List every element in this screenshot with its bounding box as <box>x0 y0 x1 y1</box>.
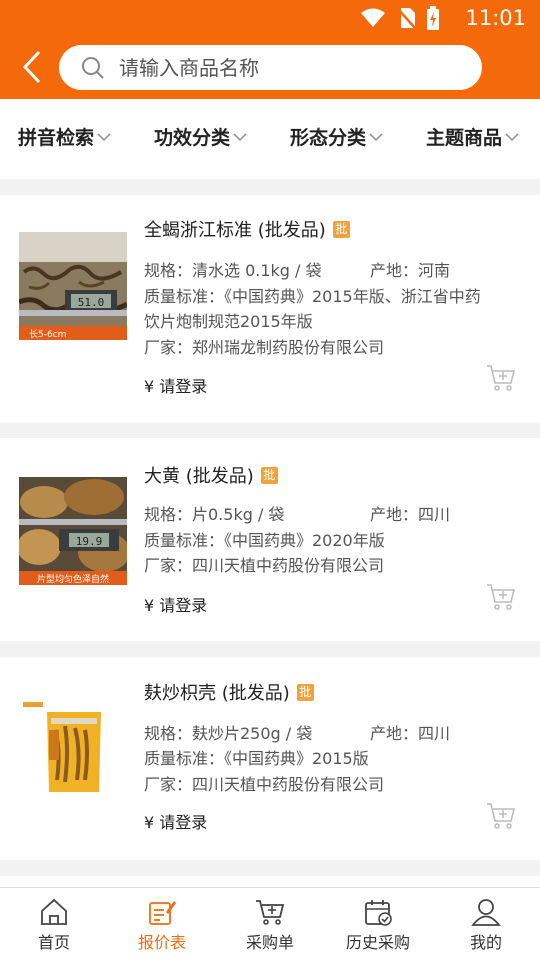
product-standard: 质量标准：《中国药典》2015年版、浙江省中药 <box>144 287 481 306</box>
chevron-down-icon <box>233 132 247 141</box>
tab-label: 报价表 <box>137 933 186 952</box>
product-card[interactable]: 19.9 片型均匀色泽自然 大黄 (批发品) 批 规格：片0.5kg / 袋 产… <box>0 438 540 641</box>
filter-label: 拼音检索 <box>18 127 95 149</box>
product-card[interactable]: 麸炒枳壳 (批发品) 批 规格：麸炒片250g / 袋 产地：四川 质量标准：《… <box>0 657 540 860</box>
add-to-cart-icon[interactable] <box>486 582 516 612</box>
tab-label: 采购单 <box>245 933 294 952</box>
quote-icon <box>149 901 176 925</box>
product-title-text: 麸炒枳壳 (批发品) <box>144 683 290 704</box>
product-standard: 质量标准：《中国药典》2020年版 <box>144 531 385 550</box>
filter-theme[interactable]: 主题商品 <box>426 123 519 150</box>
cart-icon <box>256 900 285 925</box>
filter-form[interactable]: 形态分类 <box>290 123 383 150</box>
search-icon <box>82 56 104 79</box>
status-icons <box>360 6 440 30</box>
filter-label: 主题商品 <box>426 127 503 149</box>
tab-quote[interactable]: 报价表 <box>108 888 216 960</box>
product-title[interactable]: 麸炒枳壳 (批发品) 批 <box>144 679 314 705</box>
tab-label: 我的 <box>469 933 502 952</box>
product-spec: 规格：片0.5kg / 袋 <box>144 505 285 524</box>
caliper-reading: 51.0 <box>78 296 105 309</box>
chevron-down-icon <box>505 132 519 141</box>
search-input[interactable] <box>119 55 449 80</box>
product-maker: 厂家：四川天植中药股份有限公司 <box>144 775 385 794</box>
chevron-left-icon <box>22 50 41 84</box>
product-title-text: 全蝎浙江标准 (批发品) <box>144 220 326 241</box>
status-bar: 11:01 <box>0 0 540 36</box>
product-card-partial <box>0 876 540 887</box>
product-origin: 产地：四川 <box>370 724 451 743</box>
filter-pinyin[interactable]: 拼音检索 <box>18 123 111 150</box>
no-sim-icon <box>397 8 416 29</box>
product-maker: 厂家：四川天植中药股份有限公司 <box>144 556 385 575</box>
product-price[interactable]: ¥ 请登录 <box>144 809 207 833</box>
add-to-cart-icon[interactable] <box>486 801 516 831</box>
product-image <box>19 696 127 804</box>
tab-mine[interactable]: 我的 <box>432 888 540 960</box>
status-time: 11:01 <box>465 6 526 30</box>
wholesale-badge: 批 <box>332 220 350 238</box>
product-standard-cont: 饮片炮制规范2015年版 <box>144 312 313 331</box>
product-title[interactable]: 大黄 (批发品) 批 <box>144 462 278 488</box>
app-header: 11:01 <box>0 0 540 99</box>
product-image: 19.9 片型均匀色泽自然 <box>19 477 127 585</box>
product-title[interactable]: 全蝎浙江标准 (批发品) 批 <box>144 216 350 242</box>
product-origin: 产地：河南 <box>370 261 451 280</box>
tab-home[interactable]: 首页 <box>0 888 108 960</box>
product-spec: 规格：麸炒片250g / 袋 <box>144 724 313 743</box>
back-button[interactable] <box>14 46 50 88</box>
battery-icon <box>427 6 439 30</box>
image-caption: 片型均匀色泽自然 <box>37 573 109 585</box>
chevron-down-icon <box>369 132 383 141</box>
tab-purchase-order[interactable]: 采购单 <box>216 888 324 960</box>
product-card[interactable]: 51.0 长5-6cm 全蝎浙江标准 (批发品) 批 规格：清水选 0.1kg … <box>0 195 540 423</box>
tab-purchase-history[interactable]: 历史采购 <box>324 888 432 960</box>
chevron-down-icon <box>97 132 111 141</box>
product-price[interactable]: ¥ 请登录 <box>144 592 207 616</box>
filter-label: 功效分类 <box>154 127 231 149</box>
caliper-reading: 19.9 <box>76 535 103 548</box>
product-spec: 规格：清水选 0.1kg / 袋 <box>144 261 322 280</box>
wifi-icon <box>361 8 385 27</box>
search-box[interactable] <box>59 45 482 90</box>
wholesale-badge: 批 <box>296 683 314 701</box>
wholesale-badge: 批 <box>260 466 278 484</box>
product-image: 51.0 长5-6cm <box>19 232 127 340</box>
product-origin: 产地：四川 <box>370 505 451 524</box>
image-caption: 长5-6cm <box>29 328 66 340</box>
history-icon <box>365 900 392 926</box>
filter-label: 形态分类 <box>290 127 367 149</box>
product-price[interactable]: ¥ 请登录 <box>144 373 207 397</box>
add-to-cart-icon[interactable] <box>486 363 516 393</box>
bottom-tab-bar: 首页 报价表 采购单 历史采购 我的 <box>0 887 540 960</box>
tab-label: 首页 <box>37 933 70 952</box>
product-title-text: 大黄 (批发品) <box>144 466 254 487</box>
tab-label: 历史采购 <box>345 933 410 952</box>
product-maker: 厂家：郑州瑞龙制药股份有限公司 <box>144 338 385 357</box>
filter-bar: 拼音检索 功效分类 形态分类 主题商品 <box>0 99 540 179</box>
home-icon <box>41 898 67 925</box>
user-icon <box>471 899 501 926</box>
product-standard: 质量标准：《中国药典》2015版 <box>144 749 369 768</box>
filter-efficacy[interactable]: 功效分类 <box>154 123 247 150</box>
